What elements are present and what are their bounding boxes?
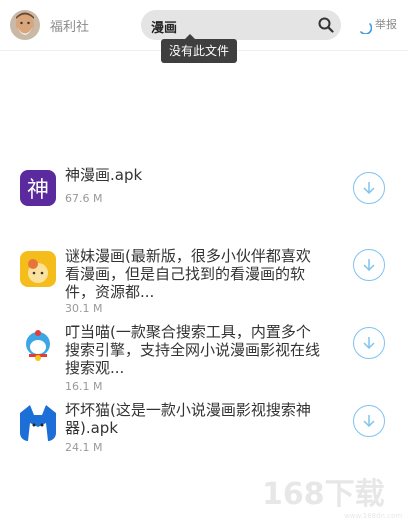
item-name[interactable]: 谜妹漫画(最新版，很多小伙伴都喜欢看漫画，但是自己找到的看漫画的软件，资源都..…	[65, 247, 325, 301]
mimei-manhua-app-icon[interactable]	[20, 251, 56, 287]
item-size: 30.1 M	[65, 302, 103, 315]
item-name[interactable]: 神漫画.apk	[65, 166, 325, 184]
dingdang-miao-app-icon[interactable]	[20, 327, 56, 363]
search-icon[interactable]	[318, 17, 334, 33]
search-input[interactable]: 漫画	[151, 17, 177, 36]
search-bar[interactable]: 漫画	[141, 10, 341, 40]
item-size: 24.1 M	[65, 441, 103, 454]
loading-spinner-icon	[360, 23, 372, 34]
item-name[interactable]: 坏坏猫(这是一款小说漫画影视搜索神器).apk	[65, 401, 325, 437]
download-arrow-icon	[363, 415, 375, 428]
download-button[interactable]	[353, 172, 385, 204]
avatar-image	[10, 10, 40, 40]
download-arrow-icon	[363, 337, 375, 350]
huaihuai-mao-app-icon[interactable]	[20, 405, 56, 441]
site-name[interactable]: 福利社	[50, 16, 89, 35]
shen-manhua-app-icon[interactable]: 神	[20, 170, 56, 206]
avatar[interactable]	[10, 10, 40, 40]
watermark-logo: 168下载 www.168dn.com	[262, 477, 402, 520]
download-button[interactable]	[353, 327, 385, 359]
watermark-text: 168下载	[262, 477, 385, 512]
svg-text:神: 神	[27, 178, 49, 203]
watermark-url: www.168dn.com	[344, 512, 402, 520]
item-name[interactable]: 叮当喵(一款聚合搜索工具，内置多个搜索引擎，支持全网小说漫画影视在线搜索观...	[65, 323, 325, 377]
download-arrow-icon	[363, 182, 375, 195]
no-file-tooltip: 没有此文件	[161, 34, 238, 63]
download-button[interactable]	[353, 405, 385, 437]
report-link[interactable]: 举报	[375, 16, 397, 32]
download-button[interactable]	[353, 249, 385, 281]
download-arrow-icon	[363, 259, 375, 272]
item-size: 16.1 M	[65, 380, 103, 393]
item-size: 67.6 M	[65, 192, 103, 205]
